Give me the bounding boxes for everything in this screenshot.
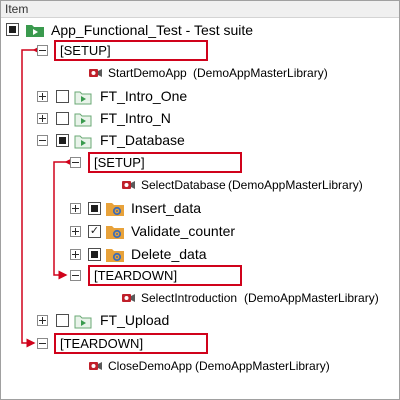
tree-row-testcase[interactable]: FT_Intro_N — [0, 108, 398, 130]
tree-row-suite[interactable]: App_Functional_Test - Test suite — [0, 20, 398, 42]
setup-highlight-box — [88, 152, 242, 173]
folder-gear-icon — [106, 226, 124, 239]
keyword-checkbox[interactable]: ✓ — [88, 225, 101, 238]
folder-gear-icon — [106, 203, 124, 216]
tree-row-keyword-group[interactable]: Insert_data — [0, 197, 398, 219]
keyword-group-name: Validate_counter — [131, 223, 236, 239]
record-camera-icon — [122, 181, 135, 189]
folder-gear-icon — [106, 249, 124, 262]
tree-row-keyword[interactable]: SelectDatabase (DemoAppMasterLibrary) — [0, 175, 398, 197]
expand-toggle[interactable] — [37, 113, 48, 124]
column-header[interactable]: Item — [1, 1, 399, 18]
testcase-name: FT_Database — [100, 132, 185, 148]
collapse-toggle[interactable] — [70, 270, 81, 281]
expand-toggle[interactable] — [37, 315, 48, 326]
collapse-toggle[interactable] — [37, 338, 48, 349]
suite-checkbox[interactable] — [6, 23, 19, 36]
expand-toggle[interactable] — [70, 226, 81, 237]
collapse-toggle[interactable] — [37, 45, 48, 56]
testcase-checkbox[interactable] — [56, 112, 69, 125]
keyword-group-name: Insert_data — [131, 200, 202, 216]
collapse-toggle[interactable] — [70, 157, 81, 168]
testcase-name: FT_Upload — [100, 312, 170, 328]
keyword-name: SelectDatabase — [141, 178, 226, 192]
tree-row-keyword[interactable]: CloseDemoApp (DemoAppMasterLibrary) — [0, 356, 398, 378]
setup-highlight-box — [54, 40, 208, 61]
expand-toggle[interactable] — [70, 203, 81, 214]
tree-row-keyword[interactable]: StartDemoApp (DemoAppMasterLibrary) — [0, 63, 398, 85]
green-folder-play-icon — [26, 25, 44, 37]
column-header-label: Item — [5, 2, 29, 16]
keyword-library: (DemoAppMasterLibrary) — [193, 66, 328, 80]
test-case-play-icon — [74, 91, 92, 105]
suite-name: App_Functional_Test - Test suite — [51, 22, 254, 38]
tree-row-keyword-group[interactable]: Delete_data — [0, 243, 398, 265]
tree-row-testcase[interactable]: FT_Upload — [0, 310, 398, 332]
testcase-checkbox[interactable] — [56, 90, 69, 103]
keyword-library: (DemoAppMasterLibrary) — [244, 291, 379, 305]
record-camera-icon — [89, 362, 102, 370]
record-camera-icon — [89, 69, 102, 77]
test-case-play-icon — [74, 315, 92, 329]
collapse-toggle[interactable] — [37, 135, 48, 146]
keyword-library: (DemoAppMasterLibrary) — [195, 359, 330, 373]
keyword-name: CloseDemoApp — [108, 359, 193, 373]
tree-row-testcase[interactable]: FT_Database — [0, 130, 398, 152]
tree-row-keyword-group[interactable]: ✓ Validate_counter — [0, 220, 398, 242]
testcase-name: FT_Intro_One — [100, 88, 188, 104]
test-case-play-icon — [74, 113, 92, 127]
tree-row-keyword[interactable]: SelectIntroduction (DemoAppMasterLibrary… — [0, 288, 398, 310]
keyword-library: (DemoAppMasterLibrary) — [228, 178, 363, 192]
keyword-checkbox[interactable] — [88, 248, 101, 261]
tree-row-testcase[interactable]: FT_Intro_One — [0, 86, 398, 108]
test-case-play-icon — [74, 135, 92, 149]
testcase-name: FT_Intro_N — [100, 110, 171, 126]
record-camera-icon — [122, 294, 135, 302]
keyword-name: StartDemoApp — [108, 66, 187, 80]
testcase-checkbox[interactable] — [56, 134, 69, 147]
expand-toggle[interactable] — [37, 91, 48, 102]
keyword-name: SelectIntroduction — [141, 291, 238, 305]
expand-toggle[interactable] — [70, 249, 81, 260]
keyword-checkbox[interactable] — [88, 202, 101, 215]
keyword-group-name: Delete_data — [131, 246, 207, 262]
testcase-checkbox[interactable] — [56, 314, 69, 327]
teardown-highlight-box — [88, 265, 242, 286]
teardown-highlight-box — [54, 333, 208, 354]
